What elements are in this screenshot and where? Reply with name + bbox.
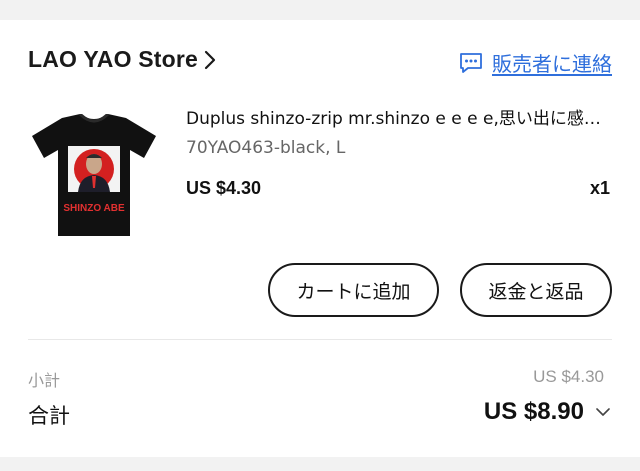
add-to-cart-button[interactable]: カートに追加: [268, 263, 439, 317]
subtotal-value: US $4.30: [533, 367, 604, 386]
shirt-print-text: SHINZO ABE: [63, 203, 125, 214]
refund-return-button[interactable]: 返金と返品: [460, 263, 612, 317]
contact-seller-label: 販売者に連絡: [492, 52, 612, 76]
total-label: 合計: [28, 404, 70, 428]
contact-seller-link[interactable]: 販売者に連絡: [459, 48, 612, 77]
product-image[interactable]: SHINZO ABE: [24, 112, 164, 236]
order-card: LAO YAO Store 販売者に連絡 SHINZO ABE Duplus s…: [0, 20, 640, 457]
store-link[interactable]: LAO YAO Store: [28, 46, 216, 73]
chevron-right-icon: [204, 50, 216, 70]
product-title[interactable]: Duplus shinzo-zrip mr.shinzo e e e e,思い出…: [186, 104, 606, 129]
product-price: US $4.30: [186, 178, 262, 198]
subtotal-label: 小計: [28, 371, 61, 390]
divider: [28, 339, 612, 340]
chat-bubble-icon: [459, 52, 483, 74]
store-name: LAO YAO Store: [28, 46, 199, 72]
product-quantity: x1: [589, 178, 610, 198]
chevron-down-icon: [596, 407, 610, 417]
total-toggle[interactable]: US $8.90: [484, 398, 610, 426]
total-value: US $8.90: [483, 398, 584, 425]
product-variant: 70YAO463-black, L: [186, 138, 346, 158]
